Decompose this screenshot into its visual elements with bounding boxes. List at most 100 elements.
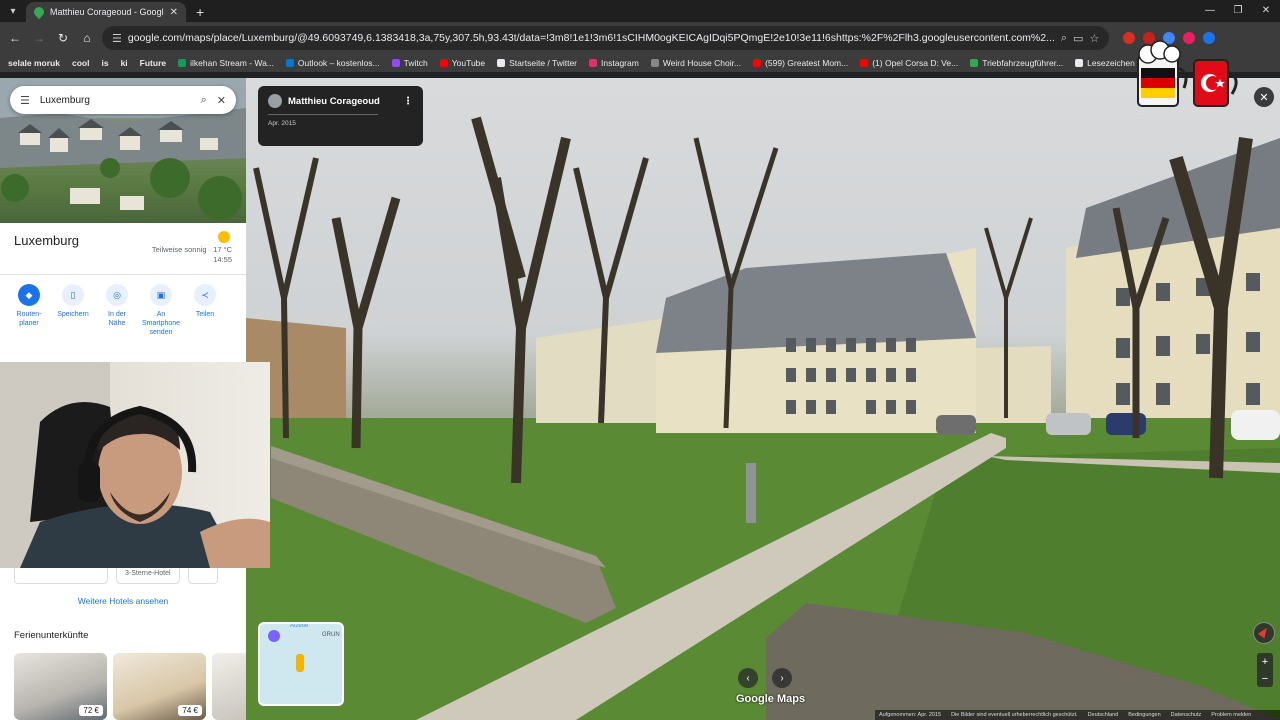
footer-report[interactable]: Problem melden — [1211, 712, 1251, 718]
footer-region[interactable]: Deutschland — [1088, 712, 1119, 718]
close-street-view-icon[interactable]: ✕ — [1254, 87, 1274, 107]
tab-search-icon[interactable]: ▾ — [0, 0, 26, 22]
action-label: In der Nähe — [108, 311, 126, 327]
window-controls: — ❐ ✕ — [1196, 0, 1280, 22]
bookmark-item[interactable]: Future — [140, 58, 166, 68]
minimize-icon[interactable]: — — [1196, 0, 1224, 22]
close-window-icon[interactable]: ✕ — [1252, 0, 1280, 22]
divider — [0, 274, 246, 275]
address-bar[interactable]: ☰ google.com/maps/place/Luxemburg/@49.60… — [102, 26, 1110, 50]
maximize-icon[interactable]: ❐ — [1224, 0, 1252, 22]
bookmark-item[interactable]: YouTube — [439, 58, 486, 68]
bookmark-item[interactable]: (1) Opel Corsa D: Ve... — [860, 58, 958, 68]
bookmark-item[interactable]: Twitch — [391, 58, 428, 68]
pano-nav-arrows: ‹ › — [738, 668, 792, 688]
bookmark-item[interactable]: Weird House Choir... — [650, 58, 742, 68]
bookmark-label: is — [101, 58, 109, 68]
bookmark-favicon-icon — [391, 59, 400, 67]
bookmark-favicon-icon — [650, 59, 659, 67]
author-name[interactable]: Matthieu Corageoud — [288, 96, 380, 107]
browser-tab-strip: ▾ Matthieu Corageoud - Google ✕ + — ❐ ✕ — [0, 0, 1280, 22]
map-footer: Aufgenommen: Apr. 2015 Die Bilder sind e… — [875, 710, 1280, 720]
bookmarks-bar: selale moruk cool is ki Future ilkehan Stream… — [0, 54, 1280, 72]
bookmark-favicon-icon — [497, 59, 506, 67]
bookmark-item[interactable]: ilkehan Stream - Wa... — [178, 58, 274, 68]
forward-icon[interactable]: → — [30, 29, 48, 47]
nearby-icon: ◎ — [106, 284, 128, 306]
rental-card[interactable] — [212, 653, 246, 720]
more-options-icon[interactable]: ⋮ — [403, 96, 413, 107]
bookmark-label: YouTube — [451, 58, 486, 68]
close-tab-icon[interactable]: ✕ — [170, 7, 178, 18]
beer-mug-icon — [1137, 40, 1238, 107]
zoom-out-icon[interactable]: − — [1262, 673, 1268, 685]
url-text: google.com/maps/place/Luxemburg/@49.6093… — [127, 32, 1055, 44]
browser-tab[interactable]: Matthieu Corageoud - Google ✕ — [26, 2, 186, 22]
pegman-icon[interactable] — [268, 630, 280, 642]
bookmark-star-icon[interactable]: ☆ — [1089, 32, 1099, 45]
bookmark-item[interactable]: Outlook – kostenlos... — [285, 58, 380, 68]
author-avatar[interactable] — [268, 94, 282, 108]
street-view-scene — [246, 116, 1280, 720]
send-to-phone-button[interactable]: ▣ An Smartphone senden — [141, 284, 181, 337]
search-icon[interactable]: ⌕ — [201, 94, 207, 107]
action-label: Speichern — [57, 311, 89, 318]
compass-icon[interactable] — [1253, 622, 1275, 644]
bookmark-label: Startseite / Twitter — [509, 58, 578, 68]
back-icon[interactable]: ← — [6, 29, 24, 47]
share-button[interactable]: ≺ Teilen — [188, 284, 222, 337]
bookmark-item[interactable]: (599) Greatest Mom... — [753, 58, 848, 68]
action-label: An Smartphone senden — [141, 311, 181, 336]
bookmark-item[interactable]: is — [101, 58, 108, 68]
rental-card[interactable]: 74 € — [113, 653, 206, 720]
save-button[interactable]: ▯ Speichern — [56, 284, 90, 337]
new-tab-button[interactable]: + — [196, 2, 204, 22]
rentals-heading: Ferienunterkünfte — [14, 630, 89, 641]
arrow-right-icon[interactable]: › — [772, 668, 792, 688]
nearby-button[interactable]: ◎ In der Nähe — [100, 284, 134, 337]
bookmark-favicon-icon — [285, 59, 294, 67]
street-view-info-card: Matthieu Corageoud ⋮ Apr. 2015 — [258, 86, 423, 146]
clear-search-icon[interactable]: ✕ — [217, 94, 226, 107]
place-hero-photo[interactable]: ☰ Luxemburg ⌕ ✕ — [0, 78, 246, 223]
bookmark-item[interactable]: selale moruk — [8, 58, 60, 68]
action-label: Teilen — [195, 311, 215, 318]
bookmark-item[interactable]: cool — [72, 58, 89, 68]
search-input[interactable]: Luxemburg — [40, 95, 191, 106]
search-box[interactable]: ☰ Luxemburg ⌕ ✕ — [10, 86, 236, 114]
street-view-minimap[interactable]: Alzette GRUN — [258, 622, 344, 706]
more-hotels-link[interactable]: Weitere Hotels ansehen — [0, 596, 246, 606]
footer-privacy[interactable]: Datenschutz — [1171, 712, 1202, 718]
rental-card[interactable]: 72 € — [14, 653, 107, 720]
directions-button[interactable]: ◆ Routen-planer — [12, 284, 46, 337]
bookmark-label: Weird House Choir... — [662, 58, 742, 68]
place-title: Luxemburg — [14, 233, 80, 248]
zoom-in-icon[interactable]: + — [1262, 656, 1268, 668]
site-info-icon[interactable]: ☰ — [112, 32, 122, 45]
bookmark-label: Twitch — [403, 58, 428, 68]
street-view-panorama[interactable] — [246, 78, 1280, 720]
rental-price: 74 € — [178, 705, 202, 716]
home-icon[interactable]: ⌂ — [78, 29, 96, 47]
bookmark-item[interactable]: Instagram — [589, 58, 639, 68]
arrow-left-icon[interactable]: ‹ — [738, 668, 758, 688]
bookmark-favicon-icon — [970, 59, 979, 67]
bookmark-item[interactable]: ki — [121, 58, 128, 68]
bookmark-label: Instagram — [601, 58, 639, 68]
cast-icon[interactable]: ▭ — [1073, 32, 1083, 45]
bookmark-item[interactable]: Lesezeichen — [1075, 58, 1135, 68]
action-label: Routen-planer — [16, 311, 42, 327]
partly-sunny-icon — [218, 231, 230, 243]
bookmark-favicon-icon — [860, 59, 869, 67]
footer-capture: Aufgenommen: Apr. 2015 — [879, 712, 942, 718]
bookmark-item[interactable]: Startseite / Twitter — [497, 58, 577, 68]
bookmark-favicon-icon — [178, 59, 187, 67]
zoom-icon[interactable]: ⌕ — [1061, 32, 1067, 45]
share-icon: ≺ — [194, 284, 216, 306]
maps-favicon-icon — [31, 4, 47, 20]
tab-title: Matthieu Corageoud - Google — [50, 7, 164, 17]
bookmark-item[interactable]: Triebfahrzeugführer... — [970, 58, 1063, 68]
reload-icon[interactable]: ↻ — [54, 29, 72, 47]
footer-terms[interactable]: Bedingungen — [1128, 712, 1160, 718]
menu-icon[interactable]: ☰ — [20, 94, 30, 107]
